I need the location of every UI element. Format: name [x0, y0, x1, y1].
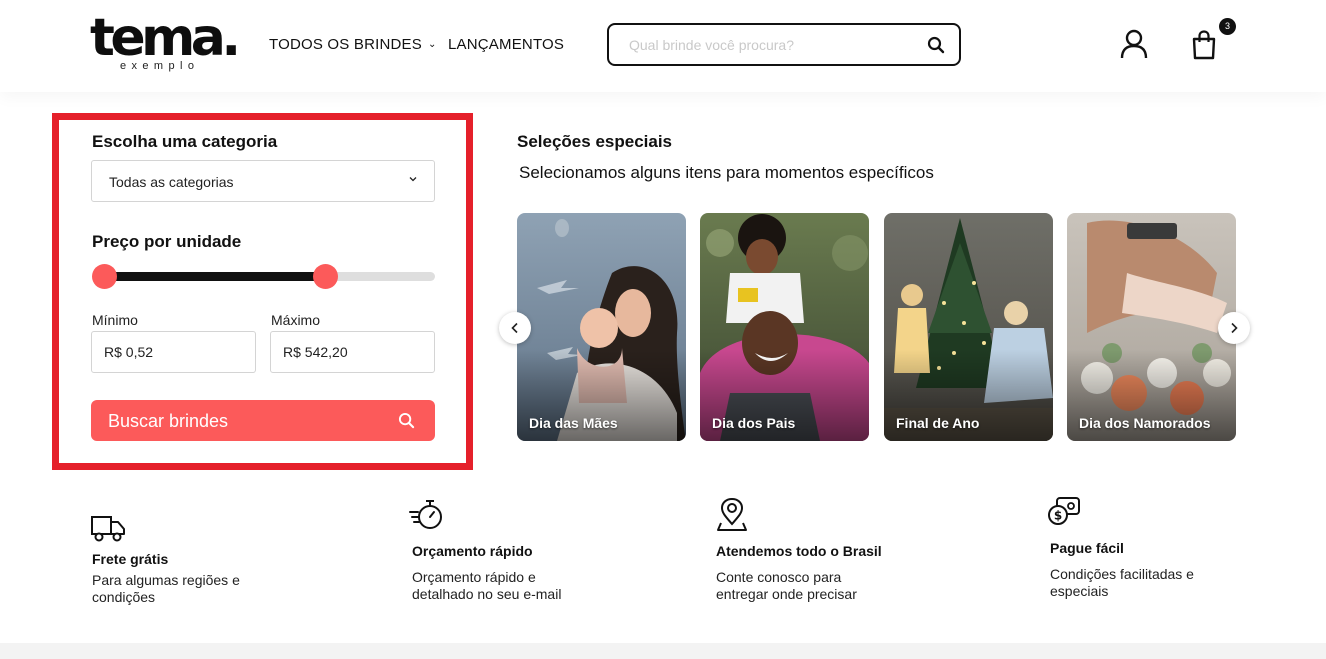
mothers-day-photo: [517, 213, 686, 441]
footer-divider: [0, 643, 1326, 659]
card-mothers-day[interactable]: Dia das Mães: [517, 213, 686, 441]
year-end-photo: [884, 213, 1053, 441]
site-header: tema. exemplo TODOS OS BRINDES ⌄ LANÇAMEN…: [0, 0, 1326, 92]
search-gifts-label: Buscar brindes: [108, 411, 229, 431]
card-fathers-day[interactable]: Dia dos Pais: [700, 213, 869, 441]
price-title: Preço por unidade: [92, 232, 242, 251]
card-year-end[interactable]: Final de Ano: [884, 213, 1053, 441]
valentines-photo: [1067, 213, 1236, 441]
card-label: Dia das Mães: [529, 415, 618, 431]
nav-all-gifts[interactable]: TODOS OS BRINDES ⌄: [269, 36, 437, 53]
search-icon[interactable]: [927, 36, 945, 54]
carousel-next-button[interactable]: [1218, 312, 1250, 344]
nav-all-gifts-label: TODOS OS BRINDES: [269, 36, 422, 53]
svg-text:$: $: [1054, 509, 1062, 523]
min-price-input[interactable]: [91, 331, 256, 373]
chevron-down-icon: [409, 177, 417, 182]
card-label: Dia dos Namorados: [1079, 415, 1211, 431]
feature-desc: Condições facilitadas e especiais: [1050, 566, 1194, 599]
category-title: Escolha uma categoria: [92, 132, 278, 151]
feature-title: Orçamento rápido: [412, 543, 533, 559]
fathers-day-photo: [700, 213, 869, 441]
shopping-bag-icon[interactable]: [1191, 30, 1217, 60]
stopwatch-icon: [409, 500, 442, 529]
card-label: Final de Ano: [896, 415, 980, 431]
feature-title: Atendemos todo o Brasil: [716, 543, 882, 559]
truck-icon: [91, 516, 125, 542]
feature-desc: Orçamento rápido e detalhado no seu e-ma…: [412, 569, 562, 602]
search-gifts-button[interactable]: Buscar brindes: [91, 400, 435, 441]
max-price-input[interactable]: [270, 331, 435, 373]
selections-title: Seleções especiais: [517, 132, 673, 151]
category-select[interactable]: Todas as categorias: [91, 160, 435, 202]
chevron-left-icon: [511, 322, 518, 334]
user-icon[interactable]: [1120, 29, 1148, 59]
nav-launches[interactable]: LANÇAMENTOS: [448, 36, 564, 53]
feature-title: Frete grátis: [92, 551, 169, 567]
category-select-value: Todas as categorias: [109, 174, 234, 190]
price-slider-range: [104, 272, 326, 281]
carousel-prev-button[interactable]: [499, 312, 531, 344]
feature-title: Pague fácil: [1050, 540, 1124, 556]
map-pin-icon: [717, 497, 747, 531]
cart-count-badge: 3: [1219, 18, 1236, 35]
chevron-down-icon: ⌄: [427, 39, 437, 50]
feature-desc: Conte conosco para entregar onde precisa…: [716, 569, 857, 602]
card-valentines[interactable]: Dia dos Namorados: [1067, 213, 1236, 441]
selections-subtitle: Selecionamos alguns itens para momentos …: [519, 163, 934, 182]
price-slider-min-handle[interactable]: [91, 264, 117, 289]
chevron-right-icon: [1231, 322, 1238, 334]
search-bar: [607, 23, 961, 66]
search-input[interactable]: [629, 34, 919, 56]
search-icon: [398, 412, 415, 429]
money-icon: $: [1048, 497, 1080, 525]
min-price-label: Mínimo: [92, 312, 138, 328]
max-price-label: Máximo: [271, 312, 321, 328]
feature-desc: Para algumas regiões e condições: [92, 572, 240, 605]
logo-subtext: exemplo: [120, 60, 200, 72]
card-label: Dia dos Pais: [712, 415, 796, 431]
logo-text: tema.: [90, 8, 241, 68]
logo[interactable]: tema. exemplo: [90, 12, 242, 76]
